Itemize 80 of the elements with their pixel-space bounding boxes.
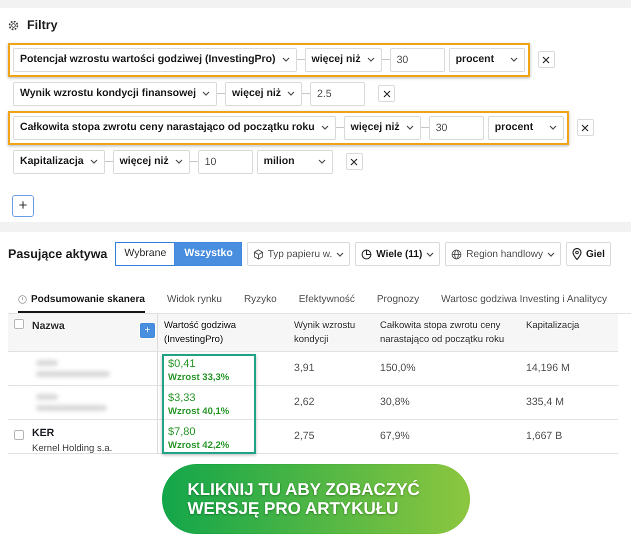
close-button[interactable] bbox=[378, 85, 396, 102]
chevron-icon bbox=[202, 91, 210, 96]
field-select[interactable]: Kapitalizacja bbox=[13, 150, 105, 174]
field-select[interactable]: Wynik wzrostu kondycji finansowej bbox=[13, 82, 218, 106]
chevron-icon bbox=[406, 125, 414, 130]
close-button[interactable] bbox=[538, 51, 555, 68]
chevron-icon bbox=[426, 252, 434, 256]
column-header[interactable]: Kapitalizacja bbox=[520, 314, 618, 352]
table-cell-text: 14,196 M bbox=[526, 360, 571, 376]
upside-label: Wzrost 42,2% bbox=[168, 439, 230, 454]
chevron-icon bbox=[547, 252, 555, 256]
filter-dropdown[interactable]: Typ papieru w. bbox=[246, 242, 350, 266]
fair-value: $3,33 bbox=[168, 392, 197, 406]
add-filter-button[interactable]: + bbox=[12, 194, 34, 217]
chevron-icon bbox=[510, 57, 518, 62]
chevron-icon bbox=[282, 57, 290, 62]
location-pin-icon bbox=[572, 248, 582, 260]
toggle-button[interactable]: Wybrane bbox=[115, 242, 176, 266]
close-icon bbox=[382, 90, 391, 98]
close-icon bbox=[542, 56, 550, 64]
cube-icon bbox=[252, 248, 264, 260]
company-name: Kernel Holding s.a. bbox=[32, 442, 112, 456]
gear-icon bbox=[8, 20, 19, 31]
close-icon bbox=[581, 124, 590, 132]
chevron-icon bbox=[90, 159, 98, 164]
info-icon bbox=[18, 295, 27, 304]
close-button[interactable] bbox=[576, 119, 594, 136]
column-header[interactable]: Całkowita stopa zwrotu ceny narastająco od początku roku bbox=[374, 314, 520, 352]
filter-dropdown[interactable]: Giel bbox=[566, 242, 611, 266]
column-header: Nazwa bbox=[32, 319, 65, 334]
pie-chart-icon bbox=[361, 248, 372, 260]
table-cell-text: 30,8% bbox=[380, 394, 411, 410]
chevron-icon bbox=[366, 57, 375, 62]
column-header[interactable]: Wartość godziwa (InvestingPro) bbox=[158, 314, 288, 352]
tab[interactable]: Wartosc godziwa Investing i Analitycy bbox=[441, 288, 607, 313]
table-cell-text: 3,91 bbox=[294, 360, 316, 376]
fair-value: $0,41 bbox=[168, 358, 197, 372]
tab[interactable]: Widok rynku bbox=[166, 288, 222, 313]
chevron-icon bbox=[336, 252, 344, 256]
chevron-icon bbox=[320, 125, 329, 130]
chevron-icon bbox=[174, 159, 183, 164]
field-select[interactable]: Potencjał wzrostu wartości godziwej (InvestingPro) bbox=[13, 48, 297, 72]
value-field[interactable]: 10 bbox=[198, 150, 253, 174]
filter-dropdown[interactable]: Wiele (11) bbox=[355, 242, 440, 266]
upside-label: Wzrost 40,1% bbox=[168, 405, 230, 420]
field-select[interactable]: Całkowita stopa zwrotu ceny narastająco od początku roku bbox=[13, 116, 336, 140]
chevron-icon bbox=[318, 159, 326, 164]
table-cell-text: 150,0% bbox=[380, 360, 417, 376]
globe-icon bbox=[451, 248, 462, 260]
checkbox[interactable] bbox=[14, 430, 24, 440]
table-cell-text: 2,62 bbox=[294, 394, 316, 410]
fair-value: $7,80 bbox=[168, 426, 197, 440]
table-cell-text: 2,75 bbox=[294, 428, 316, 444]
chevron-icon bbox=[287, 91, 296, 96]
value-field[interactable]: 30 bbox=[390, 48, 445, 72]
unit-select[interactable]: milion bbox=[256, 150, 333, 174]
value-field[interactable]: 2.5 bbox=[310, 82, 366, 106]
close-button[interactable] bbox=[346, 153, 363, 170]
ticker[interactable]: KER bbox=[32, 426, 112, 442]
operator-select[interactable]: więcej niż bbox=[344, 116, 421, 140]
table-cell-text: 1,667 B bbox=[526, 428, 564, 444]
unit-select[interactable]: procent bbox=[448, 48, 525, 72]
section-title: Pasujące aktywa bbox=[8, 246, 108, 263]
operator-select[interactable]: więcej niż bbox=[112, 150, 190, 174]
value-field[interactable]: 30 bbox=[428, 116, 484, 140]
column-header[interactable]: Wynik wzrostu kondycji bbox=[288, 314, 374, 352]
chevron-icon bbox=[548, 125, 557, 130]
tab[interactable]: Prognozy bbox=[376, 288, 420, 313]
close-icon bbox=[350, 158, 358, 166]
table-cell-text: 67,9% bbox=[380, 428, 411, 444]
table-cell-text: 335,4 M bbox=[526, 394, 565, 410]
operator-select[interactable]: więcej niż bbox=[304, 48, 382, 72]
checkbox[interactable] bbox=[14, 319, 24, 329]
tab[interactable]: Efektywność bbox=[298, 288, 355, 313]
section-title: Filtry bbox=[27, 17, 58, 34]
filter-dropdown[interactable]: Region handlowy bbox=[445, 242, 561, 266]
operator-select[interactable]: więcej niż bbox=[225, 82, 302, 106]
upside-label: Wzrost 33,3% bbox=[168, 371, 230, 386]
tab[interactable]: Ryzyko bbox=[244, 288, 277, 313]
unit-select[interactable]: procent bbox=[488, 116, 564, 140]
